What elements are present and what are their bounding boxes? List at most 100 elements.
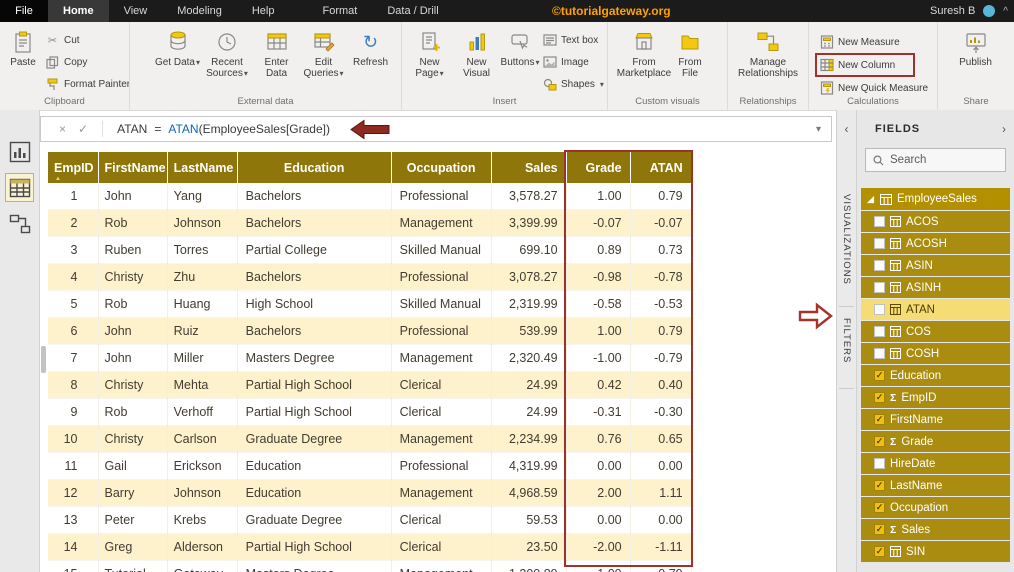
table-cell[interactable]: -1.11 [630,533,692,561]
table-cell[interactable]: 2 [48,209,99,237]
field-item-asin[interactable]: ASIN [861,255,1010,276]
table-cell[interactable]: 0.40 [630,371,692,399]
table-cell[interactable]: 1,200.89 [491,560,567,572]
new-page-button[interactable]: New Page▾ [406,26,453,79]
get-data-button[interactable]: Get Data▾ [154,26,201,68]
visualizations-pane-tab[interactable]: VISUALIZATIONS [841,194,852,285]
table-cell[interactable]: 12 [48,479,99,507]
shapes-button[interactable]: Shapes ▾ [540,74,606,94]
table-cell[interactable]: -0.79 [630,560,692,572]
table-cell[interactable]: Greg [98,533,168,561]
table-cell[interactable]: 6 [48,317,99,345]
table-cell[interactable]: Education [237,452,392,480]
table-cell[interactable]: Alderson [167,533,238,561]
collapse-pane-chevron-icon[interactable]: › [1002,122,1006,136]
column-header-grade[interactable]: Grade [566,152,631,183]
table-cell[interactable]: 59.53 [491,506,567,534]
new-column-button[interactable]: New Column [815,53,915,77]
table-cell[interactable]: 1.11 [630,479,692,507]
table-cell[interactable]: 24.99 [491,398,567,426]
table-cell[interactable]: 23.50 [491,533,567,561]
table-cell[interactable]: -0.30 [630,398,692,426]
manage-relationships-button[interactable]: Manage Relationships [738,26,798,79]
model-view-button[interactable] [6,210,33,237]
image-button[interactable]: Image [540,52,606,72]
table-cell[interactable]: 1.00 [566,183,631,210]
checkbox-unchecked[interactable] [874,326,885,337]
table-cell[interactable]: 0.65 [630,425,692,453]
table-cell[interactable]: 699.10 [491,236,567,264]
column-header-lastname[interactable]: LastName [167,152,238,183]
field-item-occupation[interactable]: ✓ Occupation [861,497,1010,518]
table-cell[interactable]: Rob [98,209,168,237]
table-cell[interactable]: 11 [48,452,99,480]
table-cell[interactable]: 0.00 [566,506,631,534]
table-cell[interactable]: High School [237,290,392,318]
formula-bar[interactable]: × ✓ ATAN = ATAN ( EmployeeSales[Grade] )… [40,116,832,142]
refresh-button[interactable]: ↻ Refresh [347,26,394,68]
checkbox-unchecked[interactable] [874,216,885,227]
tab-format[interactable]: Format [307,0,372,22]
table-cell[interactable]: Mehta [167,371,238,399]
checkbox-unchecked[interactable] [874,458,885,469]
table-cell[interactable]: -1.00 [566,344,631,372]
table-cell[interactable]: 8 [48,371,99,399]
checkbox-checked[interactable]: ✓ [874,524,885,535]
column-header-occupation[interactable]: Occupation [391,152,492,183]
table-cell[interactable]: 0.79 [630,183,692,210]
table-cell[interactable]: 0.89 [566,236,631,264]
field-item-cos[interactable]: COS [861,321,1010,342]
formula-expand-chevron-icon[interactable]: ▾ [816,124,821,135]
table-cell[interactable]: -1.00 [566,560,631,572]
new-measure-button[interactable]: New Measure [817,32,930,52]
table-cell[interactable]: 7 [48,344,99,372]
table-cell[interactable]: 4,968.59 [491,479,567,507]
checkbox-checked[interactable]: ✓ [874,502,885,513]
table-cell[interactable]: Rob [98,398,168,426]
copy-button[interactable]: Copy [43,52,129,72]
publish-button[interactable]: Publish [952,26,999,68]
checkbox-unchecked[interactable] [874,304,885,315]
checkbox-checked[interactable]: ✓ [874,414,885,425]
table-cell[interactable]: Management [391,479,492,507]
recent-sources-button[interactable]: Recent Sources▾ [201,26,253,79]
table-cell[interactable]: Partial High School [237,533,392,561]
table-cell[interactable]: 4 [48,263,99,291]
table-cell[interactable]: Erickson [167,452,238,480]
table-cell[interactable]: 3,399.99 [491,209,567,237]
column-header-firstname[interactable]: FirstName [98,152,168,183]
from-file-button[interactable]: From File [670,26,710,79]
field-item-asinh[interactable]: ASINH [861,277,1010,298]
buttons-button[interactable]: Buttons▾ [500,26,540,68]
checkbox-checked[interactable]: ✓ [874,370,885,381]
new-visual-button[interactable]: New Visual [453,26,500,79]
table-cell[interactable]: Christy [98,371,168,399]
field-item-acos[interactable]: ACOS [861,211,1010,232]
checkbox-checked[interactable]: ✓ [874,480,885,491]
checkbox-checked[interactable]: ✓ [874,436,885,447]
cut-button[interactable]: ✂ Cut [43,30,129,50]
chevron-up-icon[interactable]: ^ [1003,6,1008,17]
table-cell[interactable]: Gateway [167,560,238,572]
table-cell[interactable]: Bachelors [237,209,392,237]
formula-input[interactable]: ATAN = ATAN ( EmployeeSales[Grade] ) [117,122,330,136]
filters-pane-tab[interactable]: FILTERS [841,318,852,363]
checkbox-unchecked[interactable] [874,348,885,359]
from-marketplace-button[interactable]: From Marketplace [617,26,671,79]
table-cell[interactable]: 5 [48,290,99,318]
field-item-firstname[interactable]: ✓ FirstName [861,409,1010,430]
table-cell[interactable]: Management [391,209,492,237]
table-cell[interactable]: Krebs [167,506,238,534]
table-cell[interactable]: Clerical [391,371,492,399]
table-cell[interactable]: Partial College [237,236,392,264]
table-cell[interactable]: Bachelors [237,263,392,291]
table-cell[interactable]: Management [391,560,492,572]
table-cell[interactable]: 2,234.99 [491,425,567,453]
new-quick-measure-button[interactable]: New Quick Measure [817,78,930,98]
table-cell[interactable]: Carlson [167,425,238,453]
table-cell[interactable]: 2.00 [566,479,631,507]
table-cell[interactable]: Torres [167,236,238,264]
table-cell[interactable]: 3,078.27 [491,263,567,291]
table-cell[interactable]: Professional [391,183,492,210]
checkbox-unchecked[interactable] [874,238,885,249]
